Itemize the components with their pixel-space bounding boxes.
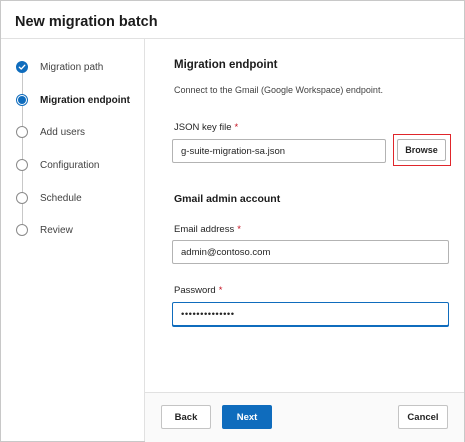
step-pending-icon (16, 159, 28, 171)
step-label: Migration path (40, 61, 104, 73)
step-migration-path[interactable]: Migration path (16, 58, 142, 76)
next-button[interactable]: Next (222, 405, 272, 429)
password-label: Password * (174, 285, 222, 296)
step-label: Add users (40, 126, 86, 138)
email-address-value: admin@contoso.com (181, 246, 271, 258)
admin-account-heading: Gmail admin account (174, 193, 281, 205)
required-asterisk: * (234, 122, 239, 133)
section-description: Connect to the Gmail (Google Workspace) … (174, 85, 383, 95)
wizard-steps-pane: Migration path Migration endpoint Add us… (1, 39, 145, 441)
json-key-file-value: g-suite-migration-sa.json (181, 145, 286, 157)
json-key-label-text: JSON key file (174, 122, 232, 133)
back-button[interactable]: Back (161, 405, 211, 429)
step-pending-icon (16, 126, 28, 138)
migration-dialog: New migration batch Migration path Migra… (0, 0, 465, 442)
main-content: Migration endpoint Connect to the Gmail … (145, 39, 464, 392)
step-migration-endpoint[interactable]: Migration endpoint (16, 91, 142, 109)
step-add-users[interactable]: Add users (16, 123, 142, 141)
required-asterisk: * (237, 224, 241, 235)
step-label: Configuration (40, 159, 100, 171)
cancel-button[interactable]: Cancel (398, 405, 448, 429)
password-label-text: Password (174, 285, 216, 296)
step-label: Migration endpoint (40, 94, 130, 106)
step-schedule[interactable]: Schedule (16, 189, 142, 207)
step-label: Schedule (40, 192, 82, 204)
browse-button[interactable]: Browse (397, 139, 446, 161)
checkmark-icon (16, 61, 28, 73)
step-label: Review (40, 224, 73, 236)
email-label-text: Email address (174, 224, 235, 235)
password-input[interactable]: •••••••••••••• (172, 302, 449, 326)
email-label: Email address * (174, 224, 241, 235)
step-pending-icon (16, 224, 28, 236)
password-value: •••••••••••••• (181, 308, 235, 320)
step-configuration[interactable]: Configuration (16, 156, 142, 174)
dialog-title: New migration batch (15, 14, 158, 30)
section-heading: Migration endpoint (174, 59, 278, 71)
dialog-footer: Back Next Cancel (145, 392, 464, 442)
current-step-indicator-icon (16, 94, 28, 106)
email-address-input[interactable]: admin@contoso.com (172, 240, 449, 264)
required-asterisk: * (218, 285, 223, 296)
json-key-file-input[interactable]: g-suite-migration-sa.json (172, 139, 386, 163)
step-pending-icon (16, 192, 28, 204)
json-key-label: JSON key file * (174, 122, 238, 133)
step-review[interactable]: Review (16, 221, 142, 239)
